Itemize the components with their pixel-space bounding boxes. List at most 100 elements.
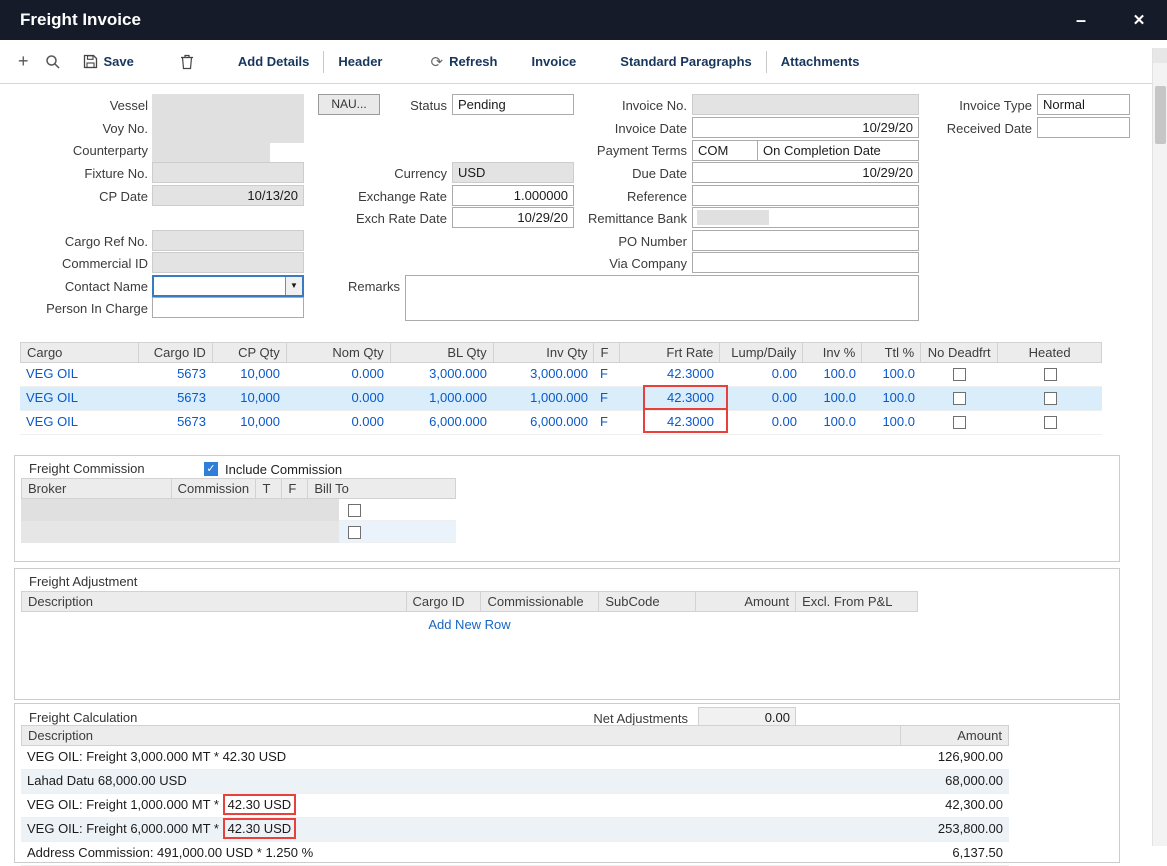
exch-rate-date-field[interactable]: 10/29/20 — [452, 207, 574, 228]
chevron-down-icon[interactable]: ▼ — [285, 277, 302, 295]
voy-no-field[interactable] — [152, 119, 304, 143]
bl-qty-cell[interactable]: 1,000.000 — [390, 387, 493, 410]
no-deadfrt-checkbox[interactable] — [953, 392, 966, 405]
bl-qty-cell[interactable]: 6,000.000 — [390, 411, 493, 434]
f-cell[interactable]: F — [594, 411, 620, 434]
cargo-cell[interactable]: VEG OIL — [20, 387, 138, 410]
cp-qty-cell[interactable]: 10,000 — [212, 411, 286, 434]
counterparty-label: Counterparty — [20, 140, 148, 161]
lump-daily-cell[interactable]: 0.00 — [720, 387, 803, 410]
plus-icon: + — [18, 51, 29, 72]
cargo-id-cell[interactable]: 5673 — [138, 387, 212, 410]
cargo-id-cell[interactable]: 5673 — [138, 411, 212, 434]
voy-no-label: Voy No. — [20, 118, 148, 139]
invoice-button[interactable]: Invoice — [531, 54, 576, 69]
frt-rate-cell[interactable]: 42.3000 — [620, 387, 720, 410]
save-button[interactable]: Save — [83, 54, 134, 69]
include-commission-checkbox[interactable]: ✓ — [204, 462, 218, 476]
nom-qty-cell[interactable]: 0.000 — [286, 387, 390, 410]
cargo-cell[interactable]: VEG OIL — [20, 411, 138, 434]
cargo-cell[interactable]: VEG OIL — [20, 363, 138, 386]
commission-row[interactable] — [21, 499, 456, 521]
broker-field[interactable] — [21, 521, 339, 543]
fixture-no-field[interactable] — [152, 162, 304, 183]
no-deadfrt-checkbox[interactable] — [953, 368, 966, 381]
header-button[interactable]: Header — [338, 54, 382, 69]
cargo-table-row[interactable]: VEG OIL 5673 10,000 0.000 1,000.000 1,00… — [20, 387, 1102, 411]
nom-qty-cell[interactable]: 0.000 — [286, 363, 390, 386]
inv-qty-cell[interactable]: 1,000.000 — [493, 387, 594, 410]
add-new-row-link[interactable]: Add New Row — [21, 617, 918, 632]
inv-pct-cell[interactable]: 100.0 — [803, 387, 862, 410]
close-icon[interactable]: ✕ — [1119, 11, 1159, 29]
cargo-ref-no-field[interactable] — [152, 230, 304, 251]
scrollbar-top-button[interactable] — [1153, 48, 1167, 63]
reference-field[interactable] — [692, 185, 919, 206]
cp-date-field[interactable]: 10/13/20 — [152, 185, 304, 206]
status-field[interactable]: Pending — [452, 94, 574, 115]
cp-qty-cell[interactable]: 10,000 — [212, 387, 286, 410]
vertical-scrollbar[interactable] — [1152, 48, 1167, 846]
received-date-field[interactable] — [1037, 117, 1130, 138]
ttl-pct-cell[interactable]: 100.0 — [862, 387, 921, 410]
delete-button[interactable] — [180, 54, 194, 70]
contact-name-dropdown[interactable]: ▼ — [152, 275, 304, 297]
calculation-table-header: Description Amount — [21, 725, 1009, 746]
inv-qty-cell[interactable]: 6,000.000 — [493, 411, 594, 434]
add-details-button[interactable]: Add Details — [238, 54, 310, 69]
broker-field[interactable] — [21, 499, 339, 521]
bill-to-checkbox[interactable] — [348, 504, 361, 517]
no-deadfrt-checkbox[interactable] — [953, 416, 966, 429]
ttl-pct-cell[interactable]: 100.0 — [862, 363, 921, 386]
inv-pct-cell[interactable]: 100.0 — [803, 411, 862, 434]
minimize-icon[interactable]: – — [1061, 10, 1101, 31]
via-company-field[interactable] — [692, 252, 919, 273]
cargo-table-row[interactable]: VEG OIL 5673 10,000 0.000 6,000.000 6,00… — [20, 411, 1102, 435]
frt-rate-cell[interactable]: 42.3000 — [620, 363, 720, 386]
cargo-id-cell[interactable]: 5673 — [138, 363, 212, 386]
f-cell[interactable]: F — [594, 363, 620, 386]
heated-checkbox[interactable] — [1044, 392, 1057, 405]
cp-qty-cell[interactable]: 10,000 — [212, 363, 286, 386]
nom-qty-cell[interactable]: 0.000 — [286, 411, 390, 434]
attachments-button[interactable]: Attachments — [781, 54, 860, 69]
heated-checkbox[interactable] — [1044, 416, 1057, 429]
currency-field[interactable]: USD — [452, 162, 574, 183]
cargo-table-row[interactable]: VEG OIL 5673 10,000 0.000 3,000.000 3,00… — [20, 363, 1102, 387]
payment-terms-desc-field[interactable]: On Completion Date — [757, 140, 919, 161]
scrollbar-thumb[interactable] — [1155, 86, 1166, 144]
exchange-rate-label: Exchange Rate — [330, 186, 447, 207]
po-number-field[interactable] — [692, 230, 919, 251]
person-in-charge-field[interactable] — [152, 297, 304, 318]
ttl-pct-cell[interactable]: 100.0 — [862, 411, 921, 434]
column-header: Frt Rate — [620, 342, 720, 363]
commission-row[interactable] — [21, 521, 456, 543]
remittance-bank-field[interactable] — [692, 207, 919, 228]
standard-paragraphs-button[interactable]: Standard Paragraphs — [620, 54, 752, 69]
nau-button[interactable]: NAU... — [318, 94, 380, 115]
vessel-field[interactable] — [152, 94, 304, 119]
payment-terms-code-field[interactable]: COM — [692, 140, 758, 161]
refresh-button[interactable]: ⟳ Refresh — [430, 53, 497, 71]
frt-rate-cell[interactable]: 42.3000 — [620, 411, 720, 434]
due-date-field[interactable]: 10/29/20 — [692, 162, 919, 183]
lump-daily-cell[interactable]: 0.00 — [720, 363, 803, 386]
due-date-label: Due Date — [560, 163, 687, 184]
invoice-type-field[interactable]: Normal — [1037, 94, 1130, 115]
inv-qty-cell[interactable]: 3,000.000 — [493, 363, 594, 386]
f-cell[interactable]: F — [594, 387, 620, 410]
invoice-no-field[interactable] — [692, 94, 919, 115]
bill-to-checkbox[interactable] — [348, 526, 361, 539]
bl-qty-cell[interactable]: 3,000.000 — [390, 363, 493, 386]
remittance-bank-value — [697, 210, 769, 225]
heated-checkbox[interactable] — [1044, 368, 1057, 381]
remarks-textarea[interactable] — [405, 275, 919, 321]
search-button[interactable] — [45, 54, 61, 70]
invoice-date-field[interactable]: 10/29/20 — [692, 117, 919, 138]
counterparty-field[interactable] — [152, 143, 270, 164]
commercial-id-field[interactable] — [152, 252, 304, 273]
exchange-rate-field[interactable]: 1.000000 — [452, 185, 574, 206]
add-button[interactable]: + — [18, 51, 29, 72]
lump-daily-cell[interactable]: 0.00 — [720, 411, 803, 434]
inv-pct-cell[interactable]: 100.0 — [803, 363, 862, 386]
